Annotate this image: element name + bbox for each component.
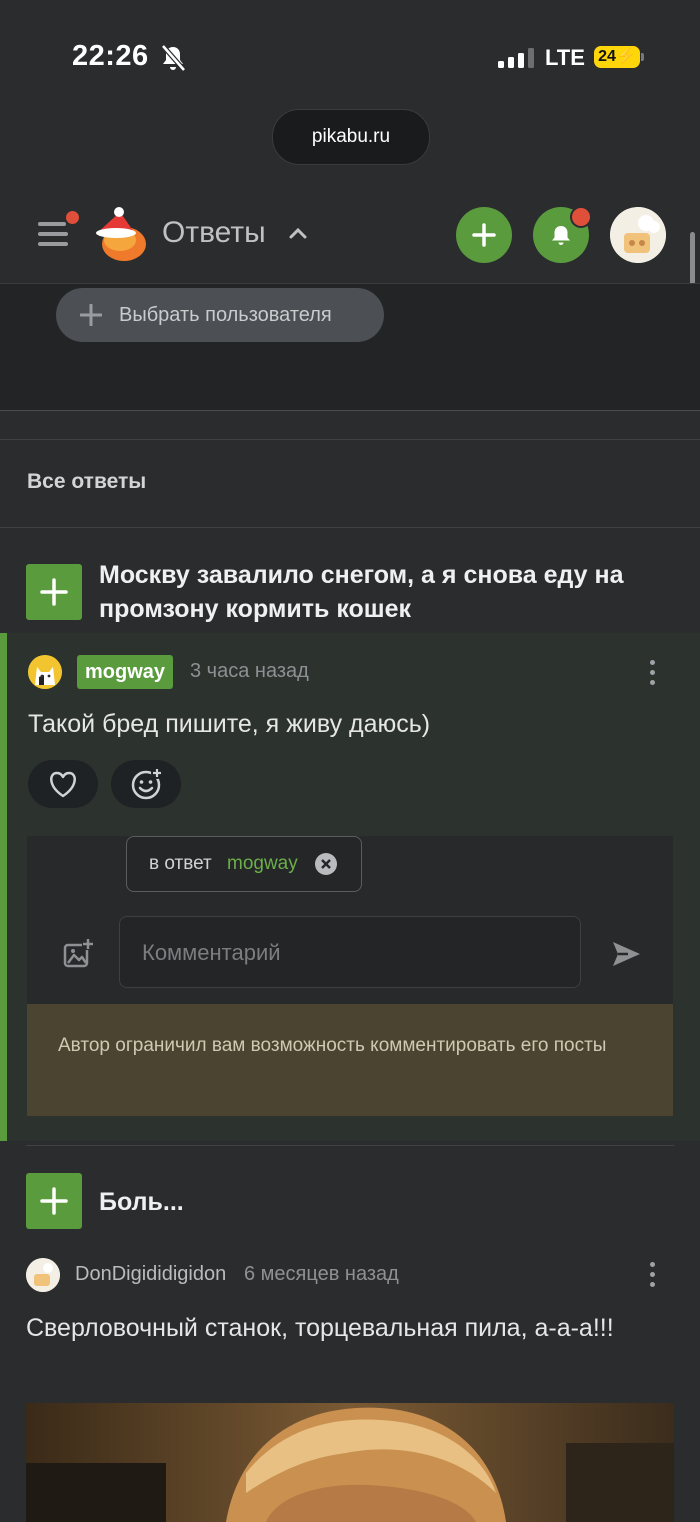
menu-notification-dot bbox=[66, 211, 79, 224]
send-icon[interactable] bbox=[610, 938, 642, 970]
menu-icon[interactable] bbox=[38, 218, 70, 250]
post-title[interactable]: Москву завалило снегом, а я снова еду на… bbox=[99, 558, 679, 626]
pikabu-logo-icon bbox=[96, 207, 146, 261]
add-image-icon[interactable] bbox=[62, 938, 94, 970]
cat-avatar-icon bbox=[28, 655, 62, 689]
plus-icon bbox=[80, 304, 102, 326]
reply-target-name: mogway bbox=[227, 853, 298, 874]
comment-restriction-notice: Автор ограничил вам возможность комменти… bbox=[27, 1004, 673, 1116]
user-avatar-icon bbox=[26, 1258, 60, 1292]
status-time: 22:26 bbox=[72, 40, 149, 72]
divider bbox=[26, 1145, 674, 1146]
avatar[interactable] bbox=[26, 1258, 60, 1292]
post-title[interactable]: Боль... bbox=[99, 1185, 184, 1219]
post-rate-plus-button[interactable] bbox=[26, 1173, 82, 1229]
select-user-button[interactable]: Выбрать пользователя bbox=[56, 288, 384, 342]
battery-indicator: 24⚡ bbox=[594, 46, 644, 68]
plus-icon bbox=[40, 1187, 68, 1215]
heart-icon bbox=[50, 771, 76, 798]
comment-text: Такой бред пишите, я живу даюсь) bbox=[28, 710, 431, 738]
chevron-up-icon[interactable] bbox=[288, 226, 308, 240]
avatar[interactable] bbox=[28, 655, 62, 689]
plus-icon bbox=[472, 223, 496, 247]
browser-url-pill[interactable]: pikabu.ru bbox=[272, 109, 430, 165]
reply-target-chip: в ответ mogway bbox=[126, 836, 362, 892]
create-post-button[interactable] bbox=[456, 207, 512, 263]
plus-icon bbox=[40, 578, 68, 606]
comment-time: 6 месяцев назад bbox=[244, 1263, 399, 1285]
battery-level: 24 bbox=[598, 48, 616, 65]
comment-author[interactable]: mogway bbox=[77, 655, 174, 689]
new-comment-indicator bbox=[0, 633, 7, 1141]
notification-badge bbox=[570, 206, 592, 228]
bell-muted-icon bbox=[161, 44, 186, 72]
comment-time: 3 часа назад bbox=[190, 660, 309, 682]
comment-author[interactable]: DonDigididigidon bbox=[75, 1263, 226, 1286]
divider bbox=[0, 439, 700, 440]
page-title[interactable]: Ответы bbox=[162, 216, 266, 250]
user-avatar-icon bbox=[610, 207, 666, 263]
section-title: Все ответы bbox=[27, 470, 147, 493]
select-user-label: Выбрать пользователя bbox=[119, 304, 332, 326]
close-icon[interactable] bbox=[314, 852, 338, 876]
network-type: LTE bbox=[545, 45, 585, 70]
comment-input[interactable]: Комментарий bbox=[119, 916, 581, 988]
post-rate-plus-button[interactable] bbox=[26, 564, 82, 620]
comment-image[interactable] bbox=[26, 1403, 674, 1522]
more-options-icon[interactable] bbox=[650, 660, 656, 690]
divider bbox=[0, 527, 700, 528]
more-options-icon[interactable] bbox=[650, 1262, 656, 1292]
like-button[interactable] bbox=[28, 760, 98, 808]
cellular-signal-icon bbox=[498, 48, 534, 68]
gif-image bbox=[26, 1403, 674, 1522]
add-reaction-button[interactable] bbox=[111, 760, 181, 808]
reply-prefix: в ответ bbox=[149, 853, 212, 874]
profile-avatar[interactable] bbox=[610, 207, 666, 263]
emoji-add-icon bbox=[131, 767, 163, 800]
comment-text: Сверловочный станок, торцевальная пила, … bbox=[26, 1314, 614, 1342]
